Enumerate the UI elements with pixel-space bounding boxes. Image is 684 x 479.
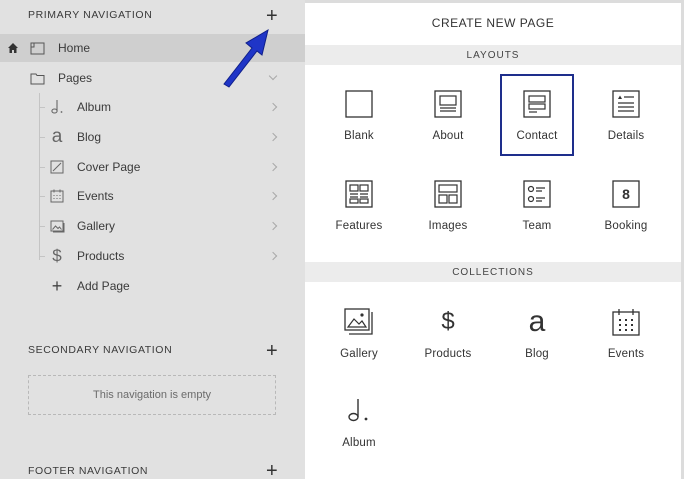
layout-images[interactable]: Images [411, 164, 485, 246]
add-footer-nav-button[interactable]: + [266, 461, 278, 479]
layouts-header: LAYOUTS [305, 45, 681, 65]
footer-navigation-title: FOOTER NAVIGATION [28, 465, 149, 477]
blank-layout-icon [344, 89, 374, 119]
annotation-arrow-icon [223, 28, 269, 88]
team-layout-icon [522, 179, 552, 209]
page-icon [29, 40, 45, 56]
products-icon: $ [52, 246, 62, 265]
nav-item-gallery[interactable]: Gallery [0, 212, 305, 240]
features-layout-icon [344, 179, 374, 209]
nav-item-blog[interactable]: a Blog [0, 123, 305, 151]
chevron-right-icon [268, 132, 278, 142]
layout-label-images: Images [428, 220, 468, 232]
layout-label-contact: Contact [516, 130, 558, 142]
collection-album[interactable]: Album [322, 381, 396, 463]
secondary-navigation-title: SECONDARY NAVIGATION [28, 344, 173, 356]
chevron-right-icon [268, 162, 278, 172]
collection-label-events: Events [607, 348, 645, 360]
gallery-icon [344, 307, 374, 337]
plus-icon: + [51, 275, 63, 296]
add-page-label: Add Page [77, 279, 130, 293]
booking-glyph: 8 [622, 186, 630, 202]
layout-label-booking: Booking [604, 220, 648, 232]
collections-header: COLLECTIONS [305, 262, 681, 282]
nav-label-products: Products [77, 249, 125, 263]
layout-details[interactable]: Details [589, 74, 663, 156]
home-icon [5, 40, 21, 56]
empty-navigation-text: This navigation is empty [93, 389, 211, 401]
products-icon: $ [441, 308, 455, 335]
chevron-right-icon [268, 221, 278, 231]
nav-item-events[interactable]: Events [0, 182, 305, 210]
layout-features[interactable]: Features [322, 164, 396, 246]
blog-icon: a [528, 305, 546, 338]
nav-label-gallery: Gallery [77, 219, 116, 233]
chevron-right-icon [268, 102, 278, 112]
contact-layout-icon [522, 89, 552, 119]
collection-blog[interactable]: a Blog [500, 292, 574, 374]
booking-layout-icon: 8 [611, 179, 641, 209]
create-page-panel: CREATE NEW PAGE LAYOUTS Blank About Cont… [305, 3, 681, 479]
collection-gallery[interactable]: Gallery [322, 292, 396, 374]
primary-navigation-title: PRIMARY NAVIGATION [28, 9, 153, 21]
nav-label-home: Home [58, 41, 91, 55]
images-layout-icon [433, 179, 463, 209]
nav-item-album[interactable]: Album [0, 93, 305, 121]
collection-label-album: Album [342, 437, 376, 449]
details-layout-icon [611, 89, 641, 119]
chevron-right-icon [268, 251, 278, 261]
layout-booking[interactable]: 8 Booking [589, 164, 663, 246]
about-layout-icon [433, 89, 463, 119]
folder-icon [29, 70, 45, 86]
layout-about[interactable]: About [411, 74, 485, 156]
add-page-button[interactable]: + Add Page [0, 272, 305, 300]
layout-label-details: Details [607, 130, 645, 142]
collection-products[interactable]: $ Products [411, 292, 485, 374]
layout-label-features: Features [335, 220, 383, 232]
add-primary-nav-button[interactable]: + [266, 6, 278, 26]
collection-label-blog: Blog [525, 348, 549, 360]
layout-label-blank: Blank [344, 130, 374, 142]
album-icon [49, 99, 65, 115]
chevron-right-icon [268, 191, 278, 201]
nav-label-album: Album [77, 100, 112, 114]
collection-label-gallery: Gallery [340, 348, 378, 360]
nav-label-pages: Pages [58, 71, 93, 85]
events-icon [49, 188, 65, 204]
add-secondary-nav-button[interactable]: + [266, 341, 278, 361]
panel-title: CREATE NEW PAGE [431, 16, 555, 30]
collection-events[interactable]: Events [589, 292, 663, 374]
nav-label-blog: Blog [77, 130, 102, 144]
secondary-empty-dropzone: This navigation is empty [28, 375, 276, 415]
cover-page-icon [49, 159, 65, 175]
blog-icon: a [51, 126, 63, 147]
layout-label-team: Team [522, 220, 552, 232]
nav-item-cover-page[interactable]: Cover Page [0, 153, 305, 181]
layout-team[interactable]: Team [500, 164, 574, 246]
nav-label-cover-page: Cover Page [77, 160, 141, 174]
gallery-icon [49, 218, 65, 234]
layout-contact[interactable]: Contact [500, 74, 574, 156]
album-icon [344, 396, 374, 426]
layout-label-about: About [432, 130, 464, 142]
layout-blank[interactable]: Blank [322, 74, 396, 156]
nav-label-events: Events [77, 189, 114, 203]
collection-label-products: Products [424, 348, 472, 360]
nav-item-products[interactable]: $ Products [0, 242, 305, 270]
events-icon [611, 307, 641, 337]
